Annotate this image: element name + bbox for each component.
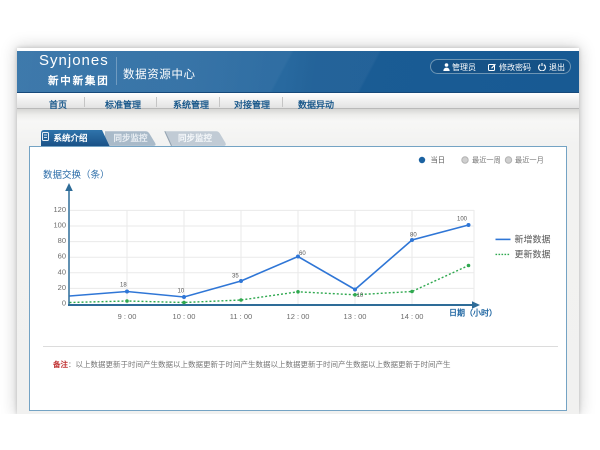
svg-text:100: 100 (457, 217, 468, 223)
svg-text:60: 60 (58, 252, 66, 261)
svg-text:9 : 00: 9 : 00 (118, 312, 137, 321)
svg-text:10 : 00: 10 : 00 (173, 312, 196, 321)
svg-text:40: 40 (58, 267, 66, 276)
svg-text:18: 18 (120, 283, 127, 289)
svg-text:80: 80 (58, 236, 66, 245)
svg-text:同步监控: 同步监控 (114, 133, 149, 143)
svg-text:60: 60 (299, 251, 306, 257)
svg-text:14 : 00: 14 : 00 (401, 312, 424, 321)
svg-text:35: 35 (232, 274, 239, 280)
svg-text:日期（小时）: 日期（小时） (449, 308, 497, 318)
svg-text:10: 10 (178, 289, 185, 295)
svg-text:系统介绍: 系统介绍 (54, 133, 89, 143)
svg-text:同步监控: 同步监控 (178, 133, 213, 143)
svg-text:120: 120 (53, 205, 66, 214)
svg-text:最近一月: 最近一月 (515, 156, 544, 165)
svg-text:80: 80 (410, 233, 417, 239)
svg-text:12 : 00: 12 : 00 (287, 312, 310, 321)
svg-text:100: 100 (53, 221, 66, 230)
svg-text:最近一周: 最近一周 (472, 156, 501, 165)
svg-text:10: 10 (357, 293, 364, 299)
svg-text:20: 20 (58, 283, 66, 292)
svg-text:13 : 00: 13 : 00 (344, 312, 367, 321)
svg-text:数据交换（条）: 数据交换（条） (43, 169, 110, 181)
svg-text:当日: 当日 (431, 156, 445, 165)
svg-text:11 : 00: 11 : 00 (230, 312, 252, 321)
svg-text:新增数据: 新增数据 (515, 233, 551, 244)
svg-text:0: 0 (62, 299, 66, 308)
svg-text:更新数据: 更新数据 (515, 248, 551, 259)
